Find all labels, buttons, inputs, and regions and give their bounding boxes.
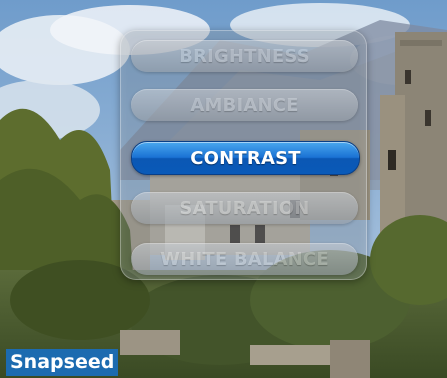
snapseed-watermark: Snapseed xyxy=(6,349,119,376)
white-balance-option[interactable]: WHITE BALANCE xyxy=(131,243,358,275)
adjust-menu: BRIGHTNESS AMBIANCE CONTRAST SATURATION … xyxy=(120,30,367,280)
brightness-option[interactable]: BRIGHTNESS xyxy=(131,40,358,72)
saturation-option[interactable]: SATURATION xyxy=(131,192,358,224)
ambiance-option[interactable]: AMBIANCE xyxy=(131,89,358,121)
contrast-option[interactable]: CONTRAST xyxy=(131,141,360,175)
